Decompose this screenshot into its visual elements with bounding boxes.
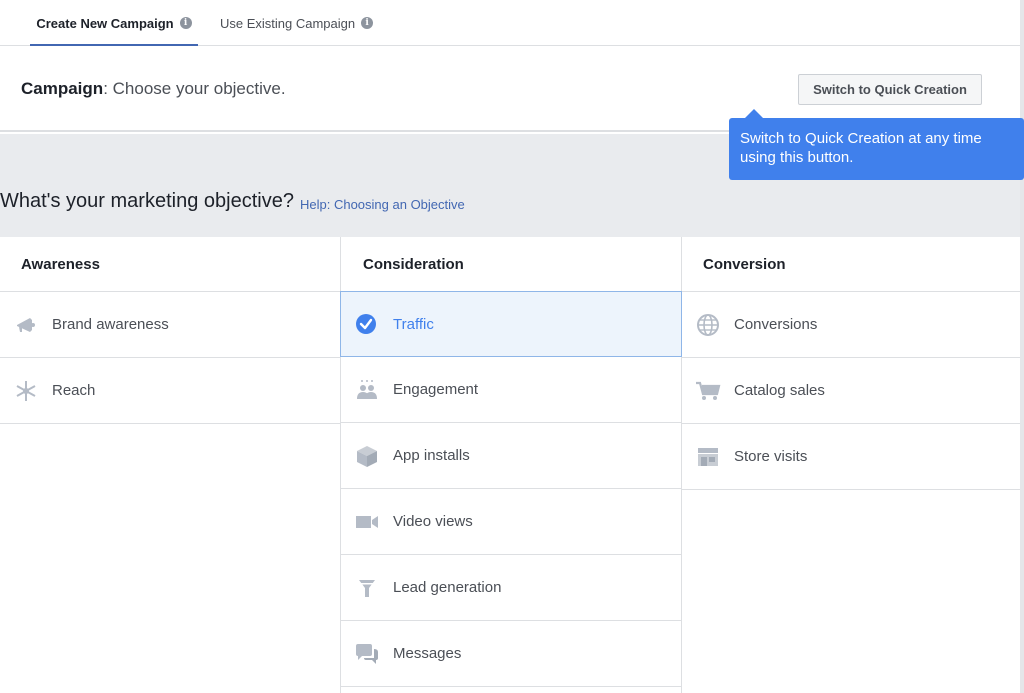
objective-label: Reach — [52, 382, 96, 399]
right-edge-divider — [1020, 0, 1024, 693]
objective-reach[interactable]: Reach — [0, 358, 340, 424]
campaign-label: Campaign — [21, 79, 104, 98]
objective-label: Catalog sales — [734, 382, 825, 399]
awareness-column: Awareness Brand awareness Reach — [0, 237, 340, 425]
info-icon[interactable]: i — [179, 17, 192, 29]
objective-lead-generation[interactable]: Lead generation — [341, 555, 681, 621]
objective-traffic[interactable]: Traffic — [340, 291, 682, 357]
tooltip-text: Switch to Quick Creation at any time usi… — [740, 130, 982, 166]
objective-label: Engagement — [393, 381, 479, 398]
box-icon — [354, 443, 380, 469]
tab-create-new-campaign[interactable]: Create New Campaign i — [30, 0, 198, 47]
tab-create-label: Create New Campaign — [36, 15, 174, 31]
objective-label: App installs — [393, 447, 470, 464]
objective-label: Brand awareness — [52, 316, 169, 333]
conversion-heading: Conversion — [682, 237, 1020, 292]
objective-app-installs[interactable]: App installs — [341, 423, 681, 489]
objective-label: Lead generation — [393, 579, 502, 596]
objective-label: Video views — [393, 513, 473, 530]
campaign-tabs: Create New Campaign i Use Existing Campa… — [0, 0, 1020, 47]
people-icon — [354, 377, 380, 403]
help-choosing-objective-link[interactable]: Help: Choosing an Objective — [300, 197, 465, 212]
objective-messages[interactable]: Messages — [341, 621, 681, 687]
objective-question: What's your marketing objective? — [0, 190, 294, 212]
objective-label: Conversions — [734, 316, 818, 333]
conversion-column: Conversion Conversions Catalog sales Sto… — [682, 237, 1020, 491]
objective-conversions[interactable]: Conversions — [682, 292, 1020, 358]
objective-engagement[interactable]: Engagement — [341, 357, 681, 423]
objective-store-visits[interactable]: Store visits — [682, 424, 1020, 490]
megaphone-icon — [13, 312, 39, 338]
page-title: Campaign: Choose your objective. — [21, 79, 286, 99]
objective-brand-awareness[interactable]: Brand awareness — [0, 292, 340, 358]
campaign-prompt: : Choose your objective. — [103, 79, 286, 98]
check-circle-icon — [355, 312, 381, 338]
video-camera-icon — [354, 509, 380, 535]
objective-label: Messages — [393, 645, 462, 662]
tab-use-existing-campaign[interactable]: Use Existing Campaign i — [220, 0, 374, 46]
awareness-heading: Awareness — [0, 237, 340, 292]
objective-label: Store visits — [734, 448, 808, 465]
objective-label: Traffic — [393, 315, 434, 333]
objective-video-views[interactable]: Video views — [341, 489, 681, 555]
globe-icon — [695, 312, 721, 338]
store-icon — [695, 444, 721, 470]
objective-catalog-sales[interactable]: Catalog sales — [682, 358, 1020, 424]
switch-to-quick-creation-button[interactable]: Switch to Quick Creation — [798, 74, 982, 105]
cart-icon — [695, 378, 721, 404]
reach-icon — [13, 378, 39, 404]
chat-bubbles-icon — [354, 641, 380, 667]
info-icon[interactable]: i — [361, 17, 374, 29]
tab-existing-label: Use Existing Campaign — [220, 15, 356, 31]
funnel-icon — [354, 575, 380, 601]
quick-creation-tooltip: Switch to Quick Creation at any time usi… — [729, 109, 1024, 180]
consideration-heading: Consideration — [341, 237, 681, 292]
consideration-column: Consideration Traffic Engagement App ins… — [340, 237, 682, 693]
